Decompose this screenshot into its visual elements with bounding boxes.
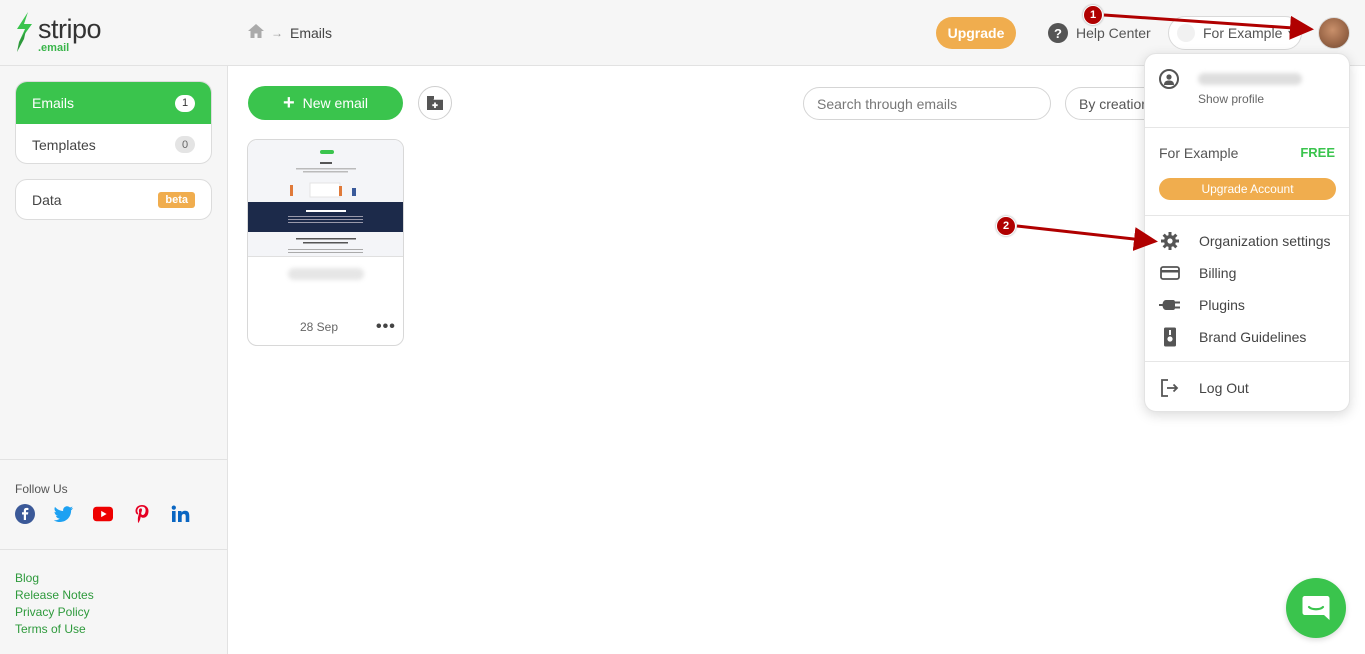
breadcrumb-current: Emails: [290, 24, 333, 41]
sidebar-item-label: Data: [32, 191, 62, 208]
sidebar: Emails 1 Templates 0 Data beta Follow Us: [0, 66, 228, 654]
user-avatar[interactable]: [1318, 17, 1350, 49]
thumbnail-preview: [248, 150, 403, 253]
folder-plus-icon: [427, 96, 443, 110]
help-center-link[interactable]: ? Help Center: [1048, 23, 1151, 43]
user-name-blurred: [1198, 73, 1302, 85]
chat-widget-button[interactable]: [1286, 578, 1346, 638]
sidebar-item-label: Templates: [32, 136, 96, 153]
linkedin-icon[interactable]: [171, 504, 191, 524]
new-email-button[interactable]: + New email: [248, 86, 403, 120]
sidebar-divider: [0, 459, 227, 460]
email-date: 28 Sep: [300, 320, 339, 334]
email-card[interactable]: 28 Sep •••: [247, 139, 404, 346]
emails-count-badge: 1: [175, 94, 195, 112]
organization-selector[interactable]: For Example ▼: [1168, 16, 1302, 50]
help-center-label: Help Center: [1076, 25, 1151, 41]
upgrade-button[interactable]: Upgrade: [936, 17, 1016, 49]
plug-icon: [1159, 295, 1181, 315]
social-links: [15, 504, 191, 524]
sidebar-item-emails[interactable]: Emails 1: [16, 82, 211, 124]
home-icon[interactable]: [248, 24, 264, 41]
menu-item-label: Plugins: [1199, 297, 1245, 313]
follow-us-label: Follow Us: [15, 482, 68, 496]
logo-bolt-icon: [17, 12, 32, 52]
menu-item-label: Brand Guidelines: [1199, 329, 1307, 345]
org-logo-icon: [1177, 24, 1195, 42]
release-notes-link[interactable]: Release Notes: [15, 588, 94, 602]
menu-item-plugins[interactable]: Plugins: [1159, 295, 1245, 315]
logo-suffix: .email: [38, 42, 70, 54]
templates-count-badge: 0: [175, 136, 195, 153]
brand-book-icon: [1159, 327, 1181, 347]
upgrade-account-button[interactable]: Upgrade Account: [1159, 178, 1336, 200]
sidebar-item-templates[interactable]: Templates 0: [16, 124, 211, 163]
gear-icon: [1159, 231, 1181, 251]
plan-badge: FREE: [1300, 145, 1335, 160]
menu-item-label: Organization settings: [1199, 233, 1331, 249]
sidebar-item-data[interactable]: Data beta: [15, 179, 212, 220]
question-icon: ?: [1048, 23, 1068, 43]
account-dropdown: Show profile For Example FREE Upgrade Ac…: [1144, 53, 1350, 412]
more-options-icon[interactable]: •••: [376, 318, 396, 336]
org-selector-label: For Example: [1203, 25, 1283, 41]
search-input[interactable]: [803, 87, 1051, 120]
privacy-policy-link[interactable]: Privacy Policy: [15, 605, 94, 619]
stripo-logo[interactable]: stripo .email: [14, 12, 124, 56]
email-name-blurred: [288, 268, 364, 280]
menu-item-label: Billing: [1199, 265, 1237, 281]
sidebar-nav: Emails 1 Templates 0: [15, 81, 212, 164]
terms-of-use-link[interactable]: Terms of Use: [15, 622, 94, 636]
dropdown-divider: [1145, 361, 1349, 362]
breadcrumb: → Emails: [248, 24, 332, 41]
dropdown-divider: [1145, 215, 1349, 216]
chevron-down-icon: ▼: [1286, 28, 1296, 38]
pinterest-icon[interactable]: [132, 504, 152, 524]
menu-item-label: Log Out: [1199, 380, 1249, 396]
credit-card-icon: [1159, 263, 1181, 283]
new-email-label: New email: [302, 95, 369, 111]
annotation-marker-2: 2: [996, 216, 1016, 236]
logo-wordmark: stripo: [38, 14, 102, 44]
menu-item-log-out[interactable]: Log Out: [1159, 378, 1249, 398]
user-circle-icon: [1159, 69, 1179, 89]
annotation-marker-1: 1: [1083, 5, 1103, 25]
new-folder-button[interactable]: [418, 86, 452, 120]
plus-icon: +: [282, 92, 295, 114]
email-thumbnail[interactable]: [248, 140, 403, 257]
dropdown-org-name: For Example: [1159, 145, 1239, 161]
blog-link[interactable]: Blog: [15, 571, 94, 585]
menu-item-organization-settings[interactable]: Organization settings: [1159, 231, 1331, 251]
breadcrumb-arrow-icon: →: [271, 25, 283, 40]
menu-item-billing[interactable]: Billing: [1159, 263, 1236, 283]
twitter-icon[interactable]: [54, 504, 74, 524]
sidebar-item-label: Emails: [32, 95, 75, 111]
dropdown-divider: [1145, 127, 1349, 128]
beta-badge: beta: [158, 191, 195, 208]
footer-links: Blog Release Notes Privacy Policy Terms …: [15, 571, 94, 636]
menu-item-brand-guidelines[interactable]: Brand Guidelines: [1159, 327, 1306, 347]
sidebar-divider: [0, 549, 227, 550]
facebook-icon[interactable]: [15, 504, 35, 524]
youtube-icon[interactable]: [93, 504, 113, 524]
logout-icon: [1159, 378, 1181, 398]
chat-icon: [1302, 596, 1330, 620]
show-profile-link[interactable]: Show profile: [1198, 92, 1264, 106]
sort-label: By creation: [1079, 95, 1150, 112]
